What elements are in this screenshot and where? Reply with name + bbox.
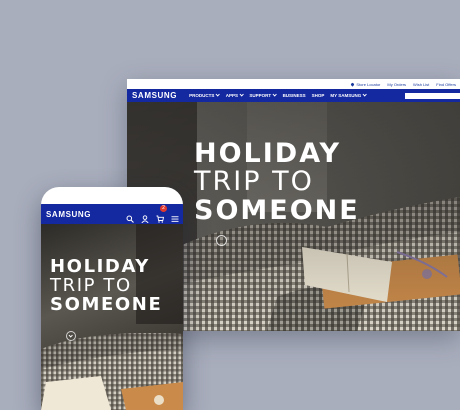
main-menu: PRODUCTS APPS SUPPORT BUSINESS SHOP MY S… — [189, 92, 368, 98]
chevron-down-icon — [272, 92, 278, 98]
user-icon[interactable] — [141, 210, 149, 224]
chevron-down-icon — [215, 92, 221, 98]
scroll-down-indicator[interactable] — [216, 235, 227, 246]
mobile-nav-icons: 2 — [126, 205, 179, 224]
location-pin-icon — [350, 81, 355, 87]
cart-count-badge: 2 — [160, 205, 167, 212]
menu-item-shop[interactable]: SHOP — [312, 93, 325, 98]
cart-icon[interactable]: 2 — [156, 205, 167, 223]
menu-item-support[interactable]: SUPPORT — [249, 92, 278, 98]
desktop-nav: SAMSUNG PRODUCTS APPS SUPPORT BUSINESS S… — [127, 89, 460, 102]
search-input[interactable] — [405, 92, 460, 99]
store-locator-link[interactable]: Store Locator — [350, 81, 380, 87]
mobile-hero-banner[interactable]: HOLIDAY TRIP TO SOMEONE — [41, 224, 183, 410]
mobile-nav: SAMSUNG 2 — [41, 204, 183, 224]
hero-line-3: SOMEONE — [50, 293, 163, 315]
hero-line-3: SOMEONE — [194, 194, 360, 226]
search-icon[interactable] — [126, 210, 134, 223]
hero-line-2: TRIP TO — [194, 166, 314, 198]
my-orders-link[interactable]: My Orders — [387, 82, 406, 87]
menu-icon[interactable] — [171, 210, 179, 222]
menu-item-products[interactable]: PRODUCTS — [189, 92, 221, 98]
hero-line-2: TRIP TO — [50, 274, 132, 296]
utility-bar: Store Locator My Orders Wish List Find O… — [127, 79, 460, 89]
menu-item-business[interactable]: BUSINESS — [283, 93, 306, 98]
hero-headline: HOLIDAY TRIP TO SOMEONE — [50, 257, 163, 315]
bed-scene-image — [41, 224, 183, 410]
menu-item-my-samsung[interactable]: MY SAMSUNG — [330, 92, 368, 98]
mobile-mockup: SAMSUNG 2 HOLIDAY TRIP TO SOMEONE — [41, 187, 183, 410]
samsung-logo[interactable]: SAMSUNG — [46, 210, 91, 219]
chevron-down-icon — [239, 92, 245, 98]
scroll-down-indicator[interactable] — [66, 331, 76, 341]
hero-headline: HOLIDAY TRIP TO SOMEONE — [194, 138, 360, 226]
chevron-down-icon — [362, 92, 368, 98]
menu-item-apps[interactable]: APPS — [226, 92, 245, 98]
hero-line-1: HOLIDAY — [194, 138, 342, 169]
find-offers-link[interactable]: Find Offers — [436, 82, 456, 87]
wish-list-link[interactable]: Wish List — [413, 82, 429, 87]
samsung-logo[interactable]: SAMSUNG — [132, 91, 177, 100]
